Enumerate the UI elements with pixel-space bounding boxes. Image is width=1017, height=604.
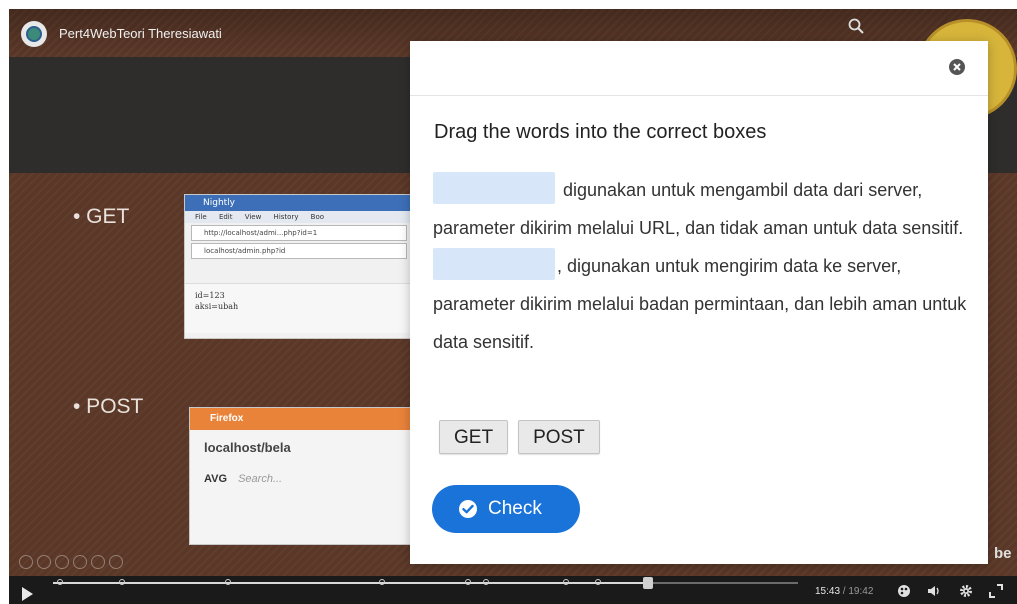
gear-icon[interactable] xyxy=(959,584,973,598)
slide-control-icon xyxy=(73,555,87,569)
browser-url: http://localhost/admi...php?id=1 xyxy=(191,225,407,241)
dialog-header xyxy=(410,41,988,96)
post-browser-screenshot: Firefox localhost/bela AVG Search... xyxy=(189,407,415,545)
firefox-button: Firefox xyxy=(190,408,414,430)
slide-bullet-get: • GET xyxy=(73,205,130,228)
close-icon[interactable] xyxy=(948,58,966,76)
draggable-word-get[interactable]: GET xyxy=(439,420,509,454)
slide-control-icon xyxy=(19,555,33,569)
browser-titlebar: Nightly xyxy=(185,195,413,211)
chapter-marker[interactable] xyxy=(465,579,471,585)
interactive-quiz-dialog: Drag the words into the correct boxes di… xyxy=(410,41,988,564)
search-icon[interactable] xyxy=(847,17,865,35)
slide-bullet-post: • POST xyxy=(73,395,144,418)
chapter-marker[interactable] xyxy=(379,579,385,585)
browser-url-secondary: localhost/admin.php?id xyxy=(191,243,407,259)
slide-control-icon xyxy=(55,555,69,569)
browser-url: localhost/bela xyxy=(204,440,291,455)
quiz-question: digunakan untuk mengambil data dari serv… xyxy=(433,171,973,361)
player-controls: 15:43 / 19:42 xyxy=(9,576,1017,604)
chapter-marker[interactable] xyxy=(57,579,63,585)
slide-control-icon xyxy=(37,555,51,569)
progress-handle[interactable] xyxy=(642,577,653,589)
avg-toolbar: AVG Search... xyxy=(190,468,414,490)
palette-icon[interactable] xyxy=(897,584,911,598)
fullscreen-icon[interactable] xyxy=(989,584,1003,598)
channel-logo-icon xyxy=(26,26,42,42)
avg-search-field: Search... xyxy=(238,473,283,485)
progress-bar[interactable] xyxy=(53,577,798,589)
chapter-marker[interactable] xyxy=(563,579,569,585)
word-bank: GET POST xyxy=(439,420,610,454)
browser-menubar: File Edit View History Boo xyxy=(185,211,413,223)
slide-control-icon xyxy=(109,555,123,569)
slide-controls xyxy=(19,555,169,573)
drop-box-1[interactable] xyxy=(433,172,555,205)
chapter-marker[interactable] xyxy=(595,579,601,585)
quiz-instruction: Drag the words into the correct boxes xyxy=(434,121,767,143)
duration: 19:42 xyxy=(848,586,874,597)
query-line-2: aksi=ubah xyxy=(195,302,239,311)
check-button[interactable]: Check xyxy=(432,485,580,533)
check-circle-icon xyxy=(459,500,477,518)
stage: Pert4WebTeori Theresiawati • GET • POST … xyxy=(0,0,1017,604)
get-browser-screenshot: Nightly File Edit View History Boo http:… xyxy=(184,194,414,339)
chapter-marker[interactable] xyxy=(225,579,231,585)
query-line-1: id=123 xyxy=(195,291,225,300)
video-title[interactable]: Pert4WebTeori Theresiawati xyxy=(59,26,222,41)
play-icon[interactable] xyxy=(22,587,33,601)
drop-box-2[interactable] xyxy=(433,248,555,281)
check-label: Check xyxy=(488,498,542,519)
slide-control-icon xyxy=(91,555,105,569)
draggable-word-post[interactable]: POST xyxy=(518,420,600,454)
current-time: 15:43 xyxy=(815,586,841,597)
browser-page-body: id=123 aksi=ubah xyxy=(185,283,413,333)
chapter-marker[interactable] xyxy=(483,579,489,585)
channel-avatar[interactable] xyxy=(21,21,47,47)
time-display: 15:43 / 19:42 xyxy=(815,586,873,597)
progress-fill xyxy=(53,582,648,584)
volume-icon[interactable] xyxy=(927,584,941,598)
avg-logo: AVG xyxy=(204,473,228,485)
chapter-marker[interactable] xyxy=(119,579,125,585)
youtube-watermark: be xyxy=(994,545,1012,562)
